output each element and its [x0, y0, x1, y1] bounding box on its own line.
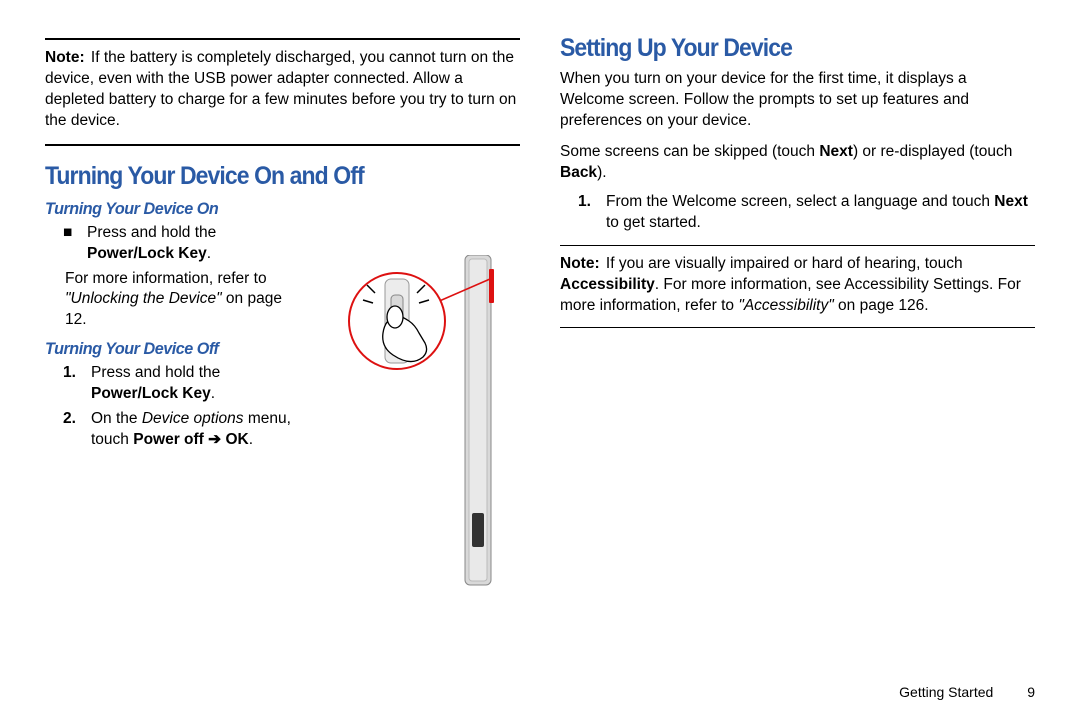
divider — [560, 245, 1035, 246]
heading-turning-on-off: Turning Your Device On and Off — [45, 162, 482, 191]
divider — [560, 327, 1035, 328]
note-label: Note: — [560, 255, 600, 272]
square-bullet-icon: ■ — [63, 223, 73, 265]
right-column: Setting Up Your Device When you turn on … — [560, 30, 1035, 700]
bullet-text: Press and hold the Power/Lock Key. — [87, 223, 305, 265]
divider — [45, 144, 520, 146]
arrow-icon: ➔ — [204, 431, 226, 448]
note-label: Note: — [45, 49, 85, 66]
step-number: 1. — [578, 192, 596, 234]
setup-intro-2: Some screens can be skipped (touch Next)… — [560, 142, 1035, 184]
step-number: 2. — [63, 409, 81, 451]
step-off-2: 2. On the Device options menu, touch Pow… — [45, 409, 305, 451]
device-power-button-illustration — [345, 255, 505, 595]
step-text: Press and hold the Power/Lock Key. — [91, 363, 305, 405]
step-number: 1. — [63, 363, 81, 405]
manual-page: Note: If the battery is completely disch… — [0, 0, 1080, 720]
page-footer: Getting Started 9 — [899, 684, 1035, 700]
note-text: If the battery is completely discharged,… — [45, 49, 516, 129]
note-battery: Note: If the battery is completely disch… — [45, 46, 520, 136]
step-setup-1: 1. From the Welcome screen, select a lan… — [560, 192, 1035, 234]
footer-page-number: 9 — [1027, 684, 1035, 700]
subheading-turning-on: Turning Your Device On — [45, 199, 292, 219]
heading-setting-up: Setting Up Your Device — [560, 34, 997, 63]
more-info-unlocking: For more information, refer to "Unlockin… — [65, 269, 305, 332]
note-accessibility: Note: If you are visually impaired or ha… — [560, 252, 1035, 321]
footer-section-name: Getting Started — [899, 684, 993, 700]
subheading-turning-off: Turning Your Device Off — [45, 339, 292, 359]
step-text: From the Welcome screen, select a langua… — [606, 192, 1035, 234]
note-text: If you are visually impaired or hard of … — [560, 255, 1021, 314]
left-column: Note: If the battery is completely disch… — [45, 30, 520, 700]
divider — [45, 38, 520, 40]
step-text: On the Device options menu, touch Power … — [91, 409, 305, 451]
step-off-1: 1. Press and hold the Power/Lock Key. — [45, 363, 305, 405]
setup-intro-1: When you turn on your device for the fir… — [560, 69, 1035, 132]
bullet-power-on: ■ Press and hold the Power/Lock Key. — [45, 223, 305, 265]
left-text-wrap: Turning Your Device On ■ Press and hold … — [45, 199, 305, 451]
